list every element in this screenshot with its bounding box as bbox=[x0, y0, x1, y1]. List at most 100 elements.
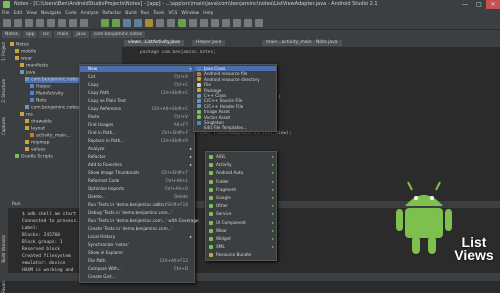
tool-tab[interactable]: 1: Project bbox=[1, 42, 7, 61]
context-menu-item[interactable]: Create Gist... bbox=[80, 274, 194, 280]
toolbar-icon[interactable] bbox=[167, 19, 175, 27]
tree-item[interactable]: manifests bbox=[20, 63, 48, 69]
context-menu-item[interactable]: Run 'Tests in 'demo.benjaminc.com...' wi… bbox=[80, 218, 199, 224]
android-submenu-item[interactable]: Fragment ▸ bbox=[206, 186, 276, 193]
toolbar-icon[interactable] bbox=[58, 19, 66, 27]
tree-item[interactable]: Note bbox=[30, 98, 47, 104]
android-submenu-item[interactable]: Resource Bundle bbox=[206, 251, 276, 258]
context-menu-item[interactable]: Optimize Imports Ctrl+Alt+O bbox=[80, 186, 194, 192]
toolbar-icon[interactable] bbox=[69, 19, 77, 27]
tree-item[interactable]: res bbox=[20, 112, 33, 118]
minimize-button[interactable]: — bbox=[458, 0, 472, 9]
context-menu-item[interactable]: Reformat Code Ctrl+Alt+L bbox=[80, 178, 194, 184]
toolbar-icon[interactable] bbox=[255, 19, 263, 27]
android-submenu-item[interactable]: Other ▸ bbox=[206, 202, 276, 209]
toolbar-icon[interactable] bbox=[200, 19, 208, 27]
breadcrumb-item[interactable]: app bbox=[23, 31, 38, 38]
context-menu-item[interactable]: Copy Path Ctrl+Shift+C bbox=[80, 90, 194, 96]
context-menu-item[interactable]: Copy as Plain Text bbox=[80, 98, 194, 104]
folder-icon bbox=[15, 56, 19, 60]
context-menu-item[interactable]: Compare With... Ctrl+D bbox=[80, 266, 194, 272]
context-menu-item[interactable]: Delete... Delete bbox=[80, 194, 194, 200]
toolbar-icon[interactable] bbox=[25, 19, 33, 27]
context-menu-item[interactable]: Find in Path... Ctrl+Shift+F bbox=[80, 130, 194, 136]
android-submenu-item[interactable]: XML ▸ bbox=[206, 243, 276, 250]
toolbar-icon[interactable] bbox=[3, 19, 11, 27]
android-submenu-item[interactable]: AIDL ▸ bbox=[206, 153, 276, 160]
tree-item[interactable]: mobile bbox=[15, 49, 36, 55]
tree-item[interactable]: Gradle Scripts bbox=[15, 154, 53, 160]
tree-item[interactable]: Helper bbox=[30, 84, 51, 90]
android-submenu-item[interactable]: Folder ▸ bbox=[206, 178, 276, 185]
toolbar-icon[interactable] bbox=[134, 19, 142, 27]
toolbar-icon[interactable] bbox=[80, 19, 88, 27]
toolbar-icon[interactable] bbox=[189, 19, 197, 27]
android-submenu-item[interactable]: Activity ▸ bbox=[206, 161, 276, 168]
android-submenu-item[interactable]: Google ▸ bbox=[206, 194, 276, 201]
context-menu-item[interactable]: Find Usages Alt+F7 bbox=[80, 122, 194, 128]
context-menu-item[interactable]: Cut Ctrl+X bbox=[80, 74, 194, 80]
android-submenu-item[interactable]: UI Component ▸ bbox=[206, 219, 276, 226]
android-icon bbox=[209, 212, 213, 217]
editor-tab[interactable]: views...ListActivity.java bbox=[124, 40, 184, 46]
editor-tab[interactable]: Helper.java bbox=[192, 40, 226, 46]
context-menu-item[interactable]: File Path Ctrl+Alt+F12 bbox=[80, 258, 194, 264]
tool-tab[interactable]: 2: Structure bbox=[1, 79, 7, 103]
tree-item[interactable]: wear bbox=[15, 56, 32, 62]
toolbar-icon[interactable] bbox=[47, 19, 55, 27]
menu-item-label: Reformat Code bbox=[88, 178, 120, 183]
tree-item[interactable]: layout bbox=[25, 126, 45, 132]
context-menu-item[interactable]: New ▸ bbox=[80, 66, 194, 72]
context-menu-item[interactable]: Run 'Tests in 'demo.benjaminc.com...' Ctr… bbox=[80, 202, 194, 208]
maximize-button[interactable]: □ bbox=[472, 0, 486, 9]
context-menu-item[interactable]: Copy Reference Ctrl+Alt+Shift+C bbox=[80, 106, 194, 112]
breadcrumb-item[interactable]: java bbox=[73, 31, 89, 38]
android-submenu-item[interactable]: Wear ▸ bbox=[206, 227, 276, 234]
context-menu-item[interactable]: Show Image Thumbnails Ctrl+Shift+T bbox=[80, 170, 194, 176]
toolbar-icon[interactable] bbox=[222, 19, 230, 27]
context-menu-item[interactable]: Replace in Path... Ctrl+Shift+R bbox=[80, 138, 194, 144]
toolbar-icon[interactable] bbox=[156, 19, 164, 27]
tree-item[interactable]: Notes bbox=[10, 42, 29, 48]
context-menu-item[interactable]: Paste Ctrl+V bbox=[80, 114, 194, 120]
toolbar-icon[interactable] bbox=[178, 19, 186, 27]
tree-item[interactable]: activity_main... bbox=[30, 133, 70, 139]
toolbar-icon[interactable] bbox=[145, 19, 153, 27]
tree-item[interactable]: mipmap bbox=[25, 140, 50, 146]
context-menu-item[interactable]: Create 'Tests in 'demo.benjaminc.com...' bbox=[80, 226, 194, 232]
toolbar-icon[interactable] bbox=[233, 19, 241, 27]
breadcrumb-item[interactable]: src bbox=[39, 31, 53, 38]
new-submenu: Java Class Android resource file Android r… bbox=[193, 64, 277, 132]
tool-tab[interactable]: Captures bbox=[1, 117, 7, 135]
breadcrumb-item[interactable]: Notes bbox=[2, 31, 21, 38]
context-menu-item[interactable]: Show in Explorer bbox=[80, 250, 194, 256]
tool-tab[interactable]: Build Variants bbox=[1, 235, 7, 263]
toolbar-icon[interactable] bbox=[14, 19, 22, 27]
context-menu-item[interactable]: Local History ▸ bbox=[80, 234, 194, 240]
tree-item[interactable]: MainActivity bbox=[30, 91, 64, 97]
tree-item[interactable]: values bbox=[25, 147, 46, 153]
android-submenu-item[interactable]: Android Auto ▸ bbox=[206, 169, 276, 176]
tree-item[interactable]: com.benjaminc.notes bbox=[25, 105, 79, 111]
editor-tab[interactable]: Note.java bbox=[312, 40, 342, 46]
context-menu-item[interactable]: Debug 'Tests in 'demo.benjaminc.com...' bbox=[80, 210, 194, 216]
context-menu-item[interactable]: Synchronize 'notes' bbox=[80, 242, 194, 248]
toolbar-icon[interactable] bbox=[211, 19, 219, 27]
context-menu-item[interactable]: Analyze ▸ bbox=[80, 146, 194, 152]
context-menu-item[interactable]: Refactor ▸ bbox=[80, 154, 194, 160]
toolbar-icon[interactable] bbox=[36, 19, 44, 27]
toolbar-icon[interactable] bbox=[112, 19, 120, 27]
tree-item[interactable]: drawable bbox=[25, 119, 52, 125]
toolbar-icon[interactable] bbox=[101, 19, 109, 27]
breadcrumb-item[interactable]: com.benjaminc.notes bbox=[90, 31, 146, 38]
toolbar-icon[interactable] bbox=[123, 19, 131, 27]
android-submenu-item[interactable]: Widget ▸ bbox=[206, 235, 276, 242]
close-button[interactable]: ✕ bbox=[486, 0, 500, 9]
tree-item[interactable]: java bbox=[20, 70, 35, 76]
context-menu-item[interactable]: Copy Ctrl+C bbox=[80, 82, 194, 88]
toolbar-icon[interactable] bbox=[244, 19, 252, 27]
context-menu-item[interactable]: Add to Favorites ▸ bbox=[80, 162, 194, 168]
new-submenu-item[interactable]: Edit File Templates... bbox=[194, 125, 276, 130]
android-submenu-item[interactable]: Service ▸ bbox=[206, 210, 276, 217]
breadcrumb-item[interactable]: main bbox=[54, 31, 72, 38]
